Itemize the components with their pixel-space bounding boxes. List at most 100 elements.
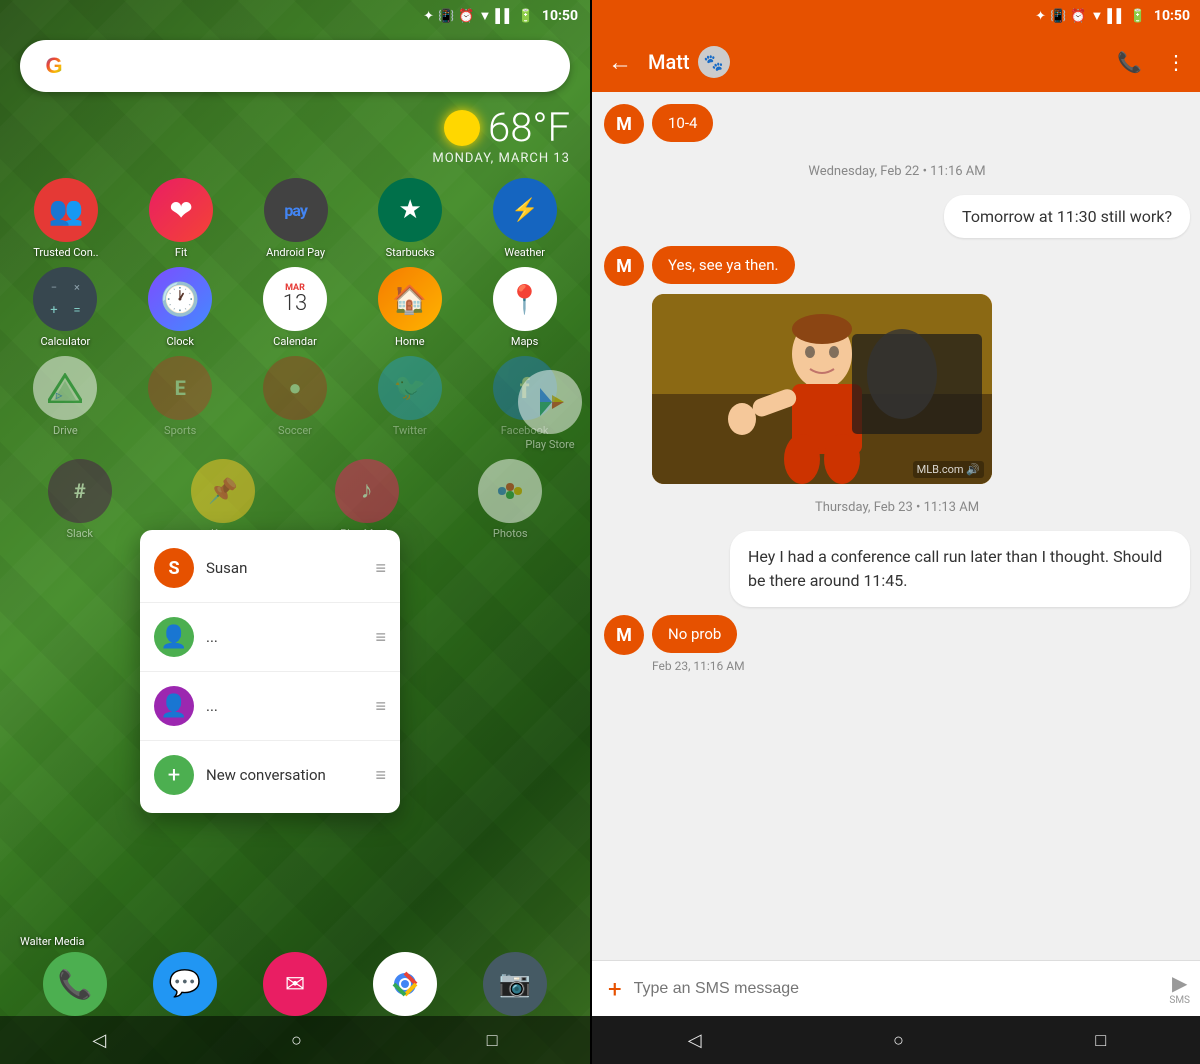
- calculator-label: Calculator: [40, 335, 90, 348]
- sms-vibrate-icon: 📳: [1050, 9, 1066, 24]
- sms-time: 10:50: [1154, 8, 1190, 24]
- new-conversation-item[interactable]: + New conversation ≡: [140, 745, 400, 805]
- clock-icon: 🕐: [148, 267, 212, 331]
- home-icon: 🏠: [378, 267, 442, 331]
- shortcut-contact-2[interactable]: 👤 ... ≡: [140, 607, 400, 667]
- app-photos[interactable]: Photos: [478, 459, 542, 540]
- recent-button-left[interactable]: □: [487, 1030, 498, 1051]
- sms-bluetooth-icon: ✦: [1035, 9, 1046, 24]
- sms-header: ← Matt 🐾 📞 ⋮: [592, 32, 1200, 92]
- dock-camera[interactable]: 📷: [483, 952, 547, 1016]
- susan-avatar: S: [154, 548, 194, 588]
- recent-button-right[interactable]: □: [1095, 1030, 1106, 1051]
- weather-widget: 68°F MONDAY, MARCH 13: [0, 100, 590, 174]
- sms-input-field[interactable]: [634, 980, 1162, 998]
- contact3-avatar: 👤: [154, 686, 194, 726]
- new-convo-handle[interactable]: ≡: [375, 765, 386, 786]
- message-gif: MLB.com 🔊: [652, 294, 992, 484]
- photos-label: Photos: [493, 527, 528, 540]
- bubble-10-4: 10-4: [652, 104, 713, 142]
- sms-alarm-icon: ⏰: [1070, 9, 1086, 24]
- starbucks-label: Starbucks: [386, 246, 435, 259]
- camera-icon: 📷: [483, 952, 547, 1016]
- app-android-pay[interactable]: pay Android Pay: [264, 178, 328, 259]
- android-pay-icon: pay: [264, 178, 328, 242]
- status-bar-right: ✦ 📳 ⏰ ▼ ▌▌ 🔋 10:50: [592, 0, 1200, 32]
- contact3-handle[interactable]: ≡: [375, 696, 386, 717]
- temperature: 68°F: [488, 104, 570, 151]
- calculator-icon: − × + =: [33, 267, 97, 331]
- weather-label: Weather: [504, 246, 545, 259]
- play-music-icon: ♪: [335, 459, 399, 523]
- home-button-left[interactable]: ○: [291, 1030, 302, 1051]
- dock: 📞 💬 ✉ 📷: [0, 952, 590, 1016]
- sun-icon: [444, 110, 480, 146]
- sms-back-button[interactable]: ←: [600, 40, 640, 85]
- maps-label: Maps: [511, 335, 538, 348]
- susan-handle[interactable]: ≡: [375, 558, 386, 579]
- keep-icon: 📌: [191, 459, 255, 523]
- home-button-right[interactable]: ○: [893, 1030, 904, 1051]
- chrome-icon: [373, 952, 437, 1016]
- app-starbucks[interactable]: ★ Starbucks: [378, 178, 442, 259]
- new-convo-label: New conversation: [206, 766, 363, 784]
- back-button-left[interactable]: ◁: [92, 1030, 106, 1051]
- app-fit[interactable]: ❤ Fit: [149, 178, 213, 259]
- sms-send-button[interactable]: ▶ SMS: [1169, 971, 1190, 1006]
- sms-signal-icon: ▌▌: [1107, 8, 1125, 24]
- shortcut-popup: S Susan ≡ 👤 ... ≡ 👤 ... ≡ + New conversa…: [140, 530, 400, 813]
- fit-icon: ❤: [149, 178, 213, 242]
- app-clock[interactable]: 🕐 Clock: [148, 267, 212, 348]
- time-left: 10:50: [542, 8, 578, 24]
- app-home[interactable]: 🏠 Home: [378, 267, 442, 348]
- shortcut-contact-3[interactable]: 👤 ... ≡: [140, 676, 400, 736]
- message-tomorrow: Tomorrow at 11:30 still work?: [604, 195, 1190, 238]
- dock-chrome[interactable]: [373, 952, 437, 1016]
- message-yes: M Yes, see ya then.: [604, 246, 1190, 286]
- app-calendar[interactable]: MAR 13 Calendar: [263, 267, 327, 348]
- trusted-contacts-icon: 👥: [34, 178, 98, 242]
- weather-date: MONDAY, MARCH 13: [20, 151, 570, 166]
- no-prob-time: Feb 23, 11:16 AM: [652, 659, 1190, 673]
- sms-contact-name: Matt 🐾: [648, 46, 1101, 78]
- clock-label: Clock: [166, 335, 193, 348]
- dock-inbox[interactable]: ✉: [263, 952, 327, 1016]
- app-slack[interactable]: # Slack: [48, 459, 112, 540]
- google-search-bar[interactable]: G: [20, 40, 570, 92]
- dock-messages[interactable]: 💬: [153, 952, 217, 1016]
- app-maps[interactable]: 📍 Maps: [493, 267, 557, 348]
- shortcut-susan[interactable]: S Susan ≡: [140, 538, 400, 598]
- sms-screen: ✦ 📳 ⏰ ▼ ▌▌ 🔋 10:50 ← Matt 🐾 📞 ⋮ M 10-4 W…: [592, 0, 1200, 1064]
- app-keep[interactable]: 📌 Keep: [191, 459, 255, 540]
- android-pay-label: Android Pay: [266, 246, 325, 259]
- bubble-tomorrow: Tomorrow at 11:30 still work?: [944, 195, 1190, 238]
- date-separator-1: Wednesday, Feb 22 • 11:16 AM: [604, 164, 1190, 179]
- maps-icon: 📍: [493, 267, 557, 331]
- status-bar-left: ✦ 📳 ⏰ ▼ ▌▌ 🔋 10:50: [0, 0, 590, 32]
- app-row-2: − × + = Calculator 🕐 Clock MAR 13 Calend…: [0, 263, 590, 352]
- sms-call-button[interactable]: 📞: [1109, 42, 1150, 82]
- contact-avatar-header: 🐾: [698, 46, 730, 78]
- fit-label: Fit: [175, 246, 187, 259]
- app-play-store[interactable]: Play Store: [518, 370, 582, 451]
- app-calculator[interactable]: − × + = Calculator: [33, 267, 97, 348]
- nav-bar-right: ◁ ○ □: [592, 1016, 1200, 1064]
- matt-avatar-1: M: [604, 104, 644, 144]
- home-label: Home: [395, 335, 425, 348]
- back-button-right[interactable]: ◁: [688, 1030, 702, 1051]
- contact2-avatar: 👤: [154, 617, 194, 657]
- message-10-4: M 10-4: [604, 104, 1190, 144]
- contact2-name: ...: [206, 628, 363, 646]
- bubble-conference: Hey I had a conference call run later th…: [730, 531, 1190, 607]
- sms-more-button[interactable]: ⋮: [1158, 42, 1194, 82]
- app-trusted-contacts[interactable]: 👥 Trusted Con..: [33, 178, 98, 259]
- contact2-handle[interactable]: ≡: [375, 627, 386, 648]
- vibrate-icon: 📳: [438, 9, 454, 24]
- app-play-music[interactable]: ♪ Play Music: [335, 459, 399, 540]
- dock-phone[interactable]: 📞: [43, 952, 107, 1016]
- sms-add-button[interactable]: +: [604, 971, 626, 1007]
- app-weather[interactable]: ⚡ Weather: [493, 178, 557, 259]
- trusted-contacts-label: Trusted Con..: [33, 246, 98, 259]
- bluetooth-icon: ✦: [423, 9, 434, 24]
- inbox-icon: ✉: [263, 952, 327, 1016]
